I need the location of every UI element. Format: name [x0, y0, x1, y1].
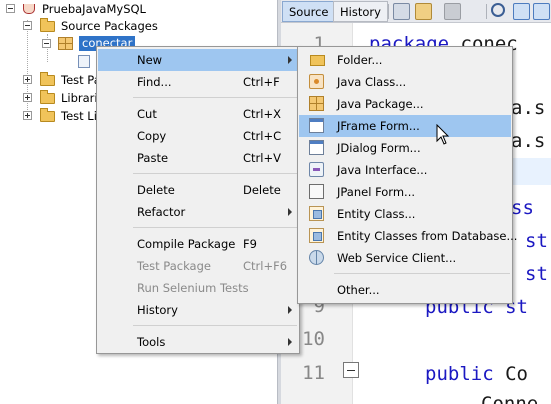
test-libraries-icon — [40, 108, 55, 122]
expand-toggle-icon[interactable] — [23, 111, 32, 120]
test-packages-icon — [40, 72, 55, 86]
submenu-item-jpanel-form[interactable]: JPanel Form... — [299, 181, 511, 203]
menu-item-delete[interactable]: Delete Delete — [98, 179, 298, 201]
submenu-arrow-icon — [288, 338, 292, 346]
tree-guide-line — [27, 20, 28, 118]
collapse-toggle-icon[interactable] — [23, 21, 32, 30]
find-next-icon[interactable] — [533, 3, 550, 20]
test-packages-label: Test Pa — [61, 73, 101, 87]
menu-item-compile-package[interactable]: Compile Package F9 — [98, 233, 298, 255]
menu-item-find[interactable]: Find... Ctrl+F — [98, 71, 298, 93]
submenu-item-java-package[interactable]: Java Package... — [299, 93, 511, 115]
back-icon[interactable] — [415, 3, 432, 20]
find-icon[interactable] — [491, 3, 505, 17]
submenu-item-entity-class[interactable]: Entity Class... — [299, 203, 511, 225]
java-class-icon — [309, 74, 324, 89]
java-project-icon — [23, 4, 35, 14]
menu-item-cut[interactable]: Cut Ctrl+X — [98, 103, 298, 125]
code-line: ss — [511, 197, 534, 219]
code-line: public Co — [425, 363, 528, 385]
collapse-toggle-icon[interactable] — [42, 39, 51, 48]
menu-separator — [133, 325, 297, 326]
code-line: Conne — [481, 393, 539, 404]
submenu-arrow-icon — [288, 208, 292, 216]
tab-history[interactable]: History — [333, 1, 388, 22]
submenu-item-web-service-client[interactable]: Web Service Client... — [299, 247, 511, 269]
jdialog-form-icon — [309, 140, 324, 155]
web-service-icon — [309, 250, 324, 265]
toolbar-separator — [388, 4, 389, 19]
tab-source[interactable]: Source — [282, 1, 336, 22]
mouse-pointer-icon — [436, 124, 450, 145]
jpanel-form-icon — [309, 184, 324, 199]
submenu-arrow-icon — [288, 56, 292, 64]
source-packages-label: Source Packages — [61, 19, 158, 33]
submenu-item-jframe-form[interactable]: JFrame Form... — [299, 115, 511, 137]
menu-item-tools[interactable]: Tools — [98, 331, 298, 353]
java-file-icon — [78, 55, 90, 68]
entity-class-icon — [309, 206, 324, 221]
menu-item-paste[interactable]: Paste Ctrl+V — [98, 147, 298, 169]
source-packages-icon — [40, 18, 55, 32]
line-number: 11 — [302, 362, 325, 384]
entity-db-icon — [309, 228, 324, 243]
menu-item-history[interactable]: History — [98, 299, 298, 321]
code-line: a.s — [511, 130, 546, 152]
menu-item-refactor[interactable]: Refactor — [98, 201, 298, 223]
fold-toggle-icon[interactable] — [343, 362, 359, 378]
collapse-toggle-icon[interactable] — [6, 4, 15, 13]
menu-separator — [133, 173, 297, 174]
menu-item-test-package[interactable]: Test Package Ctrl+F6 — [98, 255, 298, 277]
new-submenu: Folder... Java Class... Java Package... … — [297, 46, 517, 304]
submenu-item-other[interactable]: Other... — [299, 279, 511, 301]
forward-icon[interactable] — [444, 3, 461, 20]
jframe-form-icon — [309, 118, 324, 133]
find-previous-icon[interactable] — [513, 3, 530, 20]
submenu-item-entity-from-db[interactable]: Entity Classes from Database... — [299, 225, 517, 247]
submenu-item-java-interface[interactable]: Java Interface... — [299, 159, 511, 181]
last-edit-icon[interactable] — [393, 3, 410, 20]
editor-toolbar: Source History — [281, 0, 551, 23]
menu-separator — [334, 273, 510, 274]
menu-item-run-selenium[interactable]: Run Selenium Tests — [98, 277, 298, 299]
code-line: st — [525, 230, 548, 252]
code-line: a.s — [511, 97, 546, 119]
expand-toggle-icon[interactable] — [23, 93, 32, 102]
java-package-icon — [58, 37, 73, 50]
code-line: st — [525, 263, 548, 285]
submenu-arrow-icon — [288, 306, 292, 314]
menu-separator — [133, 227, 297, 228]
submenu-item-jdialog-form[interactable]: JDialog Form... — [299, 137, 511, 159]
menu-item-copy[interactable]: Copy Ctrl+C — [98, 125, 298, 147]
java-package-icon — [309, 96, 324, 111]
libraries-icon — [40, 90, 55, 104]
java-interface-icon — [309, 162, 324, 177]
toolbar-separator — [486, 4, 487, 19]
menu-item-new[interactable]: New — [98, 49, 298, 71]
expand-toggle-icon[interactable] — [23, 75, 32, 84]
submenu-item-folder[interactable]: Folder... — [299, 49, 511, 71]
context-menu: New Find... Ctrl+F Cut Ctrl+X Copy Ctrl+… — [96, 46, 300, 354]
folder-icon — [310, 55, 325, 66]
submenu-item-java-class[interactable]: Java Class... — [299, 71, 511, 93]
project-name: PruebaJavaMySQL — [42, 2, 146, 16]
menu-separator — [133, 97, 297, 98]
